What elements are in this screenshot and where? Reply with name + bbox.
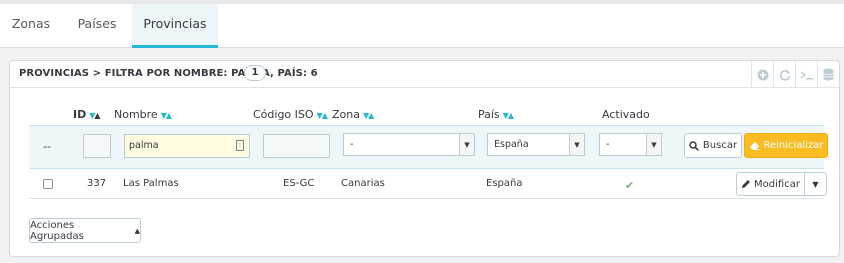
sql-manager-button[interactable]: [817, 61, 839, 88]
sort-icon[interactable]: ▼▲: [317, 111, 328, 120]
chevron-down-icon: ▼: [569, 134, 584, 155]
panel-title: PROVINCIAS > FILTRA POR NOMBRE: PALMA, P…: [19, 68, 318, 79]
row-iso: ES-GC: [283, 178, 315, 189]
sort-icon[interactable]: ▼▲: [503, 111, 514, 120]
row-nombre: Las Palmas: [123, 178, 179, 189]
col-header-activado: Activado: [602, 108, 650, 121]
col-pais-label: País: [478, 108, 500, 121]
pencil-icon: [742, 180, 751, 188]
chevron-down-icon: ▼: [459, 134, 474, 155]
edit-button-label: Modificar: [754, 178, 800, 190]
nombre-filter-input[interactable]: palma ⁝: [124, 134, 250, 158]
edit-button[interactable]: Modificar: [737, 173, 804, 195]
id-filter-input[interactable]: [83, 134, 111, 158]
search-button-label: Buscar: [702, 140, 738, 151]
col-header-zona[interactable]: Zona ▼▲: [332, 108, 374, 121]
row-id: 337: [87, 178, 107, 189]
reset-button[interactable]: Reinicializar: [744, 133, 828, 158]
col-id-label: ID: [73, 108, 87, 121]
col-header-iso[interactable]: Código ISO ▼▲: [253, 108, 328, 121]
sort-icon[interactable]: ▼▲: [89, 111, 100, 120]
eraser-icon: [749, 142, 759, 150]
iso-filter-input[interactable]: [263, 134, 330, 158]
activado-selected-value: -: [606, 139, 610, 150]
col-header-id[interactable]: ID ▼▲: [73, 108, 101, 121]
refresh-button[interactable]: [773, 61, 795, 88]
row-actions: Modificar ▼: [736, 172, 827, 196]
col-header-nombre[interactable]: Nombre ▼▲: [114, 108, 172, 121]
row-zona: Canarias: [341, 178, 385, 189]
activado-filter-select[interactable]: - ▼: [599, 133, 662, 156]
sql-query-button[interactable]: [795, 61, 817, 88]
col-iso-label: Código ISO: [253, 108, 314, 121]
pais-filter-select[interactable]: España ▼: [487, 133, 585, 156]
sort-icon[interactable]: ▼▲: [161, 111, 172, 120]
tab-paises[interactable]: Países: [62, 4, 132, 47]
pais-selected-value: España: [494, 139, 529, 150]
caret-down-icon: ▼: [812, 179, 819, 189]
refresh-icon: [779, 69, 790, 81]
filter-row: -- palma ⁝ - ▼ España ▼ - ▼ Buscar Reini…: [29, 125, 828, 169]
keyboard-icon[interactable]: ⁝: [236, 140, 244, 151]
col-header-pais[interactable]: País ▼▲: [478, 108, 514, 121]
caret-up-icon: ▲: [134, 226, 140, 235]
panel-heading: PROVINCIAS > FILTRA POR NOMBRE: PALMA, P…: [10, 61, 839, 88]
tab-bar: Zonas Países Provincias: [0, 0, 844, 48]
zona-filter-select[interactable]: - ▼: [343, 133, 475, 156]
row-actions-dropdown[interactable]: ▼: [804, 173, 826, 195]
reset-button-label: Reinicializar: [763, 140, 824, 151]
nombre-filter-value: palma: [129, 140, 159, 151]
row-checkbox[interactable]: [43, 179, 53, 189]
provinces-panel: PROVINCIAS > FILTRA POR NOMBRE: PALMA, P…: [9, 60, 840, 257]
chevron-down-icon: ▼: [646, 134, 661, 155]
plus-circle-icon: [757, 69, 768, 80]
database-icon: [823, 68, 834, 81]
tab-zonas[interactable]: Zonas: [0, 4, 62, 47]
col-nombre-label: Nombre: [114, 108, 158, 121]
search-button[interactable]: Buscar: [684, 133, 742, 158]
panel-toolbar: [751, 61, 839, 88]
count-badge: 1: [244, 65, 266, 81]
add-new-button[interactable]: [751, 61, 773, 88]
table-row: 337 Las Palmas ES-GC Canarias España ✔ M…: [29, 169, 827, 199]
row-pais: España: [486, 178, 523, 189]
search-icon: [689, 140, 699, 151]
col-zona-label: Zona: [332, 108, 360, 121]
terminal-icon: [800, 70, 813, 79]
col-activado-label: Activado: [602, 108, 650, 121]
sort-icon[interactable]: ▼▲: [363, 111, 374, 120]
tab-provincias[interactable]: Provincias: [132, 4, 218, 48]
bulk-actions-button[interactable]: Acciones Agrupadas ▲: [29, 218, 141, 243]
filter-dash: --: [43, 140, 51, 153]
bulk-actions-label: Acciones Agrupadas: [30, 219, 84, 242]
zona-selected-value: -: [350, 139, 354, 150]
check-icon[interactable]: ✔: [625, 179, 634, 192]
